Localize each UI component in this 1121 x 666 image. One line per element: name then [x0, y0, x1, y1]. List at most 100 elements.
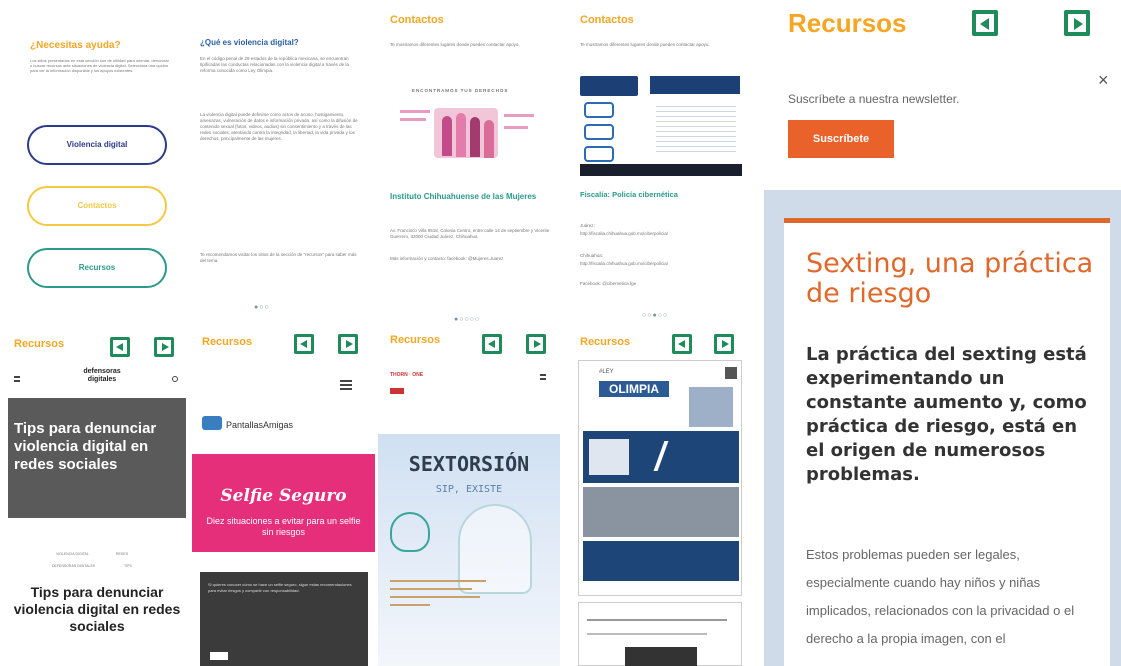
contactos1-banner: ENCONTRAMOS TUS DERECHOS [392, 80, 552, 172]
article-lead: La práctica del sexting está experimenta… [806, 344, 1087, 485]
search-icon[interactable] [172, 376, 178, 382]
res4-name: OLIMPIA [599, 381, 669, 397]
contactos1-intro: Te mostramos diferentes lugares donde pu… [390, 42, 520, 47]
pantallas-logo-icon [202, 416, 222, 430]
res4-infographic[interactable]: #LEY OLIMPIA [578, 360, 742, 596]
arrow-left-icon [300, 340, 307, 348]
contactos1-carousel-dots[interactable]: ●○○○○ [454, 316, 480, 323]
arrow-left-icon [980, 18, 989, 30]
resource-card-1: Recursos defensoras digitales Tips para … [0, 328, 190, 666]
recursos-button[interactable]: Recursos [27, 248, 167, 288]
arrow-right-icon [534, 340, 541, 348]
res3-next-button[interactable] [526, 334, 546, 354]
expand-icon[interactable] [725, 367, 737, 379]
violencia-digital-panel: ¿Qué es violencia digital? En el código … [192, 0, 375, 328]
res2-next-button[interactable] [338, 334, 358, 354]
contactos2-line-5: Facebook: @cibernetica.fge [580, 281, 637, 286]
contactos1-address: Av. Francisco Villa 9518, Colonia Centro… [390, 228, 550, 239]
res2-title: Recursos [202, 336, 253, 348]
res3-logo: THORN · ONE [390, 372, 424, 378]
res4-tag: #LEY [599, 369, 614, 375]
res4-page-2 [578, 602, 742, 666]
arrow-left-icon [678, 340, 685, 348]
newsletter-close-icon[interactable]: × [1098, 70, 1109, 91]
violencia-digital-button[interactable]: Violencia digital [27, 125, 167, 165]
res2-selfie-hero[interactable]: Selfie Seguro Diez situaciones a evitar … [192, 454, 375, 552]
res3-logo-mark [390, 388, 404, 394]
res4-prev-button[interactable] [672, 334, 692, 354]
contactos2-org[interactable]: Fiscalía: Policía cibernética [580, 190, 740, 199]
recursos-title-large: Recursos [788, 8, 907, 38]
menu-icon[interactable] [14, 376, 20, 384]
resource-card-3: Recursos THORN · ONE SEXTORSIÓN SIP, EXI… [378, 328, 560, 666]
res3-art-title: SEXTORSIÓN [408, 452, 530, 476]
contactos-panel-1: Contactos Te mostramos diferentes lugare… [378, 0, 560, 328]
res1-tag-3[interactable]: DEFENSORAS DIGITALES [52, 562, 95, 570]
contactos2-intro: Te mostramos diferentes lugares donde pu… [580, 42, 710, 47]
res3-title: Recursos [390, 334, 441, 346]
help-title: ¿Necesitas ayuda? [30, 40, 121, 51]
contactos2-diagram [580, 72, 742, 178]
res1-tag-4[interactable]: TIPS [124, 562, 132, 570]
res2-prev-button[interactable] [294, 334, 314, 354]
contactos1-title: Contactos [390, 14, 444, 26]
resource-card-4: Recursos #LEY OLIMPIA [568, 328, 748, 666]
res3-art-subtitle: SIP, EXISTE [435, 484, 503, 495]
res2-selfie-title: Selfie Seguro [220, 486, 347, 506]
article-body: Estos problemas pueden ser legales, espe… [806, 547, 1075, 646]
res3-artwork[interactable]: SEXTORSIÓN SIP, EXISTE [378, 434, 560, 666]
contactos2-line-2[interactable]: http://fiscalia.chihuahua.gob.mx/ciberpo… [580, 230, 740, 238]
res1-tag-1[interactable]: VIOLENCIA DIGITAL [56, 550, 89, 558]
res1-tag-2[interactable]: REDES [116, 550, 128, 558]
menu-icon[interactable] [340, 380, 352, 392]
contactos2-carousel-dots[interactable]: ○○●○○ [642, 312, 668, 319]
cat-illustration [390, 512, 430, 552]
vd-paragraph-1: En el código penal de 29 estados de la r… [200, 56, 349, 73]
subscribe-button[interactable]: Suscríbete [788, 120, 894, 158]
newsletter-text: Suscríbete a nuestra newsletter. [788, 92, 960, 106]
arrow-right-icon [346, 340, 353, 348]
article-card: Sexting, una práctica de riesgo La práct… [784, 218, 1110, 666]
help-panel: ¿Necesitas ayuda? Los sitios presentados… [0, 0, 190, 328]
contactos2-line-3: Chihuahua: [580, 253, 604, 258]
res1-logo: defensoras digitales [83, 368, 121, 383]
menu-icon[interactable] [540, 374, 546, 382]
contactos-button[interactable]: Contactos [27, 186, 167, 226]
arrow-right-icon [162, 343, 169, 351]
res4-next-button[interactable] [714, 334, 734, 354]
vd-title: ¿Qué es violencia digital? [200, 38, 299, 47]
article-title[interactable]: Sexting, una práctica de riesgo [806, 249, 1096, 309]
contactos-panel-2: Contactos Te mostramos diferentes lugare… [568, 0, 748, 328]
banner-caption: ENCONTRAMOS TUS DERECHOS [412, 88, 509, 93]
resource-card-2: Recursos PantallasAmigas Selfie Seguro D… [192, 328, 375, 666]
res1-hero[interactable]: Tips para denunciar violencia digital en… [8, 398, 186, 518]
res1-heading[interactable]: Tips para denunciar violencia digital en… [8, 584, 186, 635]
res2-dark-text: Si quieres conocer cómo se hace un selfi… [208, 582, 352, 593]
res4-title: Recursos [580, 336, 631, 348]
vd-paragraph-3: Te recomendamos visitar los sitios de la… [200, 252, 357, 263]
res1-title: Recursos [14, 338, 65, 350]
arrow-left-icon [116, 343, 123, 351]
recursos-prev-button[interactable] [972, 10, 998, 36]
res3-prev-button[interactable] [482, 334, 502, 354]
recursos-next-button[interactable] [1064, 10, 1090, 36]
res2-selfie-sub: Diez situaciones a evitar para un selfie… [206, 516, 361, 537]
contactos2-line-1: Juárez: [580, 223, 595, 228]
contactos1-contact: Más información y contacto: facebook: @M… [390, 256, 504, 261]
vd-carousel-dots[interactable]: ●○○ [254, 304, 270, 311]
contactos2-title: Contactos [580, 14, 634, 26]
help-body: Los sitios presentados en esta sección s… [30, 58, 169, 73]
res2-link-button[interactable] [210, 652, 228, 660]
banner-photo [434, 108, 498, 158]
vd-paragraph-2: La violencia digital puede definirse com… [200, 112, 358, 141]
res2-brand: PantallasAmigas [226, 420, 294, 430]
arrow-left-icon [488, 340, 495, 348]
res1-hero-text: Tips para denunciar violencia digital en… [14, 420, 157, 473]
res1-next-button[interactable] [154, 337, 174, 357]
contactos2-line-4[interactable]: http://fiscalia.chihuahua.gob.mx/ciberpo… [580, 260, 740, 268]
arrow-right-icon [1074, 18, 1083, 30]
sexting-panel: Recursos × Suscríbete a nuestra newslett… [764, 0, 1121, 666]
res2-dark-box: Si quieres conocer cómo se hace un selfi… [200, 572, 368, 666]
contactos1-org[interactable]: Instituto Chihuahuense de las Mujeres [390, 192, 550, 202]
res1-prev-button[interactable] [110, 337, 130, 357]
